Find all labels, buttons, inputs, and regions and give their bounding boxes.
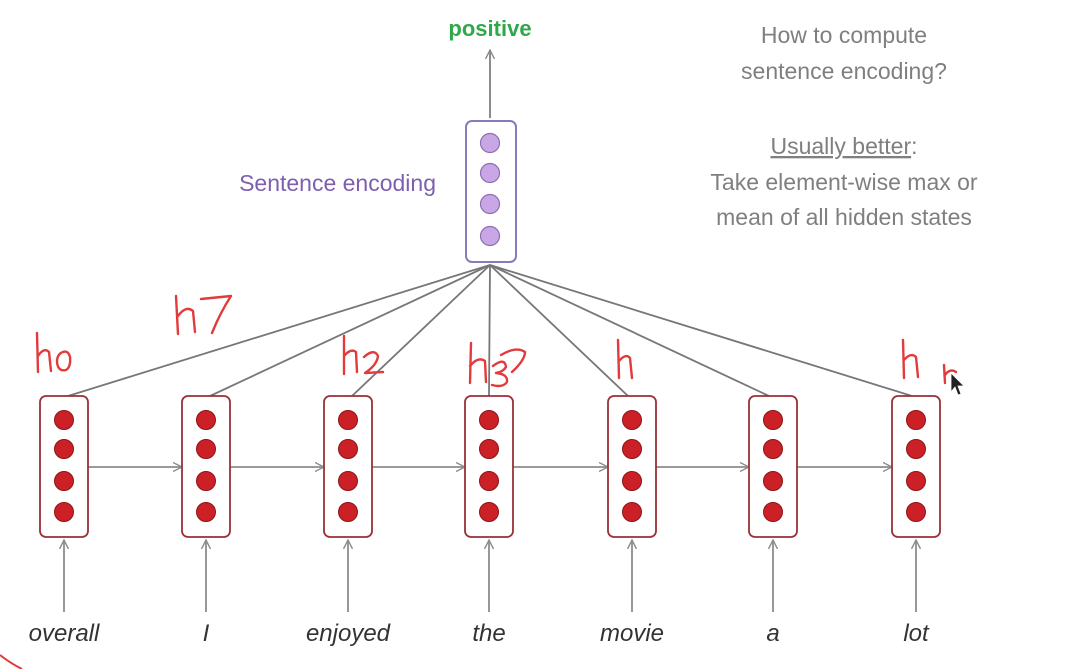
hidden-node: [338, 502, 358, 522]
word-label: lot: [903, 620, 930, 647]
word-label: a: [766, 620, 779, 647]
fan-in-line: [488, 264, 491, 397]
fan-in-line: [67, 264, 491, 397]
red-stroke-decoration: [0, 654, 23, 669]
word-label: enjoyed: [306, 620, 391, 647]
mouse-cursor-icon: [950, 372, 965, 396]
answer-line-2: mean of all hidden states: [716, 204, 972, 230]
word-label: movie: [600, 620, 664, 647]
handwritten-h7-mark: [174, 294, 233, 336]
hidden-node: [763, 410, 783, 430]
question-line-1: How to compute: [761, 22, 927, 48]
question-line-2: sentence encoding?: [741, 58, 947, 84]
hidden-node: [54, 439, 74, 459]
fan-in-line: [489, 264, 770, 397]
hidden-node: [196, 439, 216, 459]
encoding-node: [479, 225, 501, 247]
hidden-node: [622, 471, 642, 491]
answer-heading-group: Usually better:: [770, 133, 917, 159]
encoding-node: [479, 193, 501, 215]
svg-text:Usually better:: Usually better:: [770, 133, 917, 159]
hidden-state-vector: [181, 395, 231, 538]
hidden-state-vector: [39, 395, 89, 538]
hidden-node: [479, 471, 499, 491]
output-label: positive: [448, 16, 531, 41]
hidden-node: [338, 410, 358, 430]
hidden-node: [479, 502, 499, 522]
encoding-label: Sentence encoding: [239, 170, 436, 196]
handwritten-h2-mark: [342, 334, 385, 376]
hidden-node: [622, 439, 642, 459]
hidden-node: [196, 471, 216, 491]
handwritten-h3-mark: [468, 341, 527, 388]
hidden-node: [338, 471, 358, 491]
handwritten-annotations: [35, 294, 958, 388]
hidden-node: [906, 439, 926, 459]
sentence-encoding-vector: [465, 120, 517, 263]
answer-line-1: Take element-wise max or: [710, 169, 977, 195]
word-label: I: [203, 620, 210, 647]
hidden-node: [763, 439, 783, 459]
hidden-node: [906, 502, 926, 522]
hidden-node: [54, 502, 74, 522]
hidden-state-vector: [891, 395, 941, 538]
hidden-node: [622, 502, 642, 522]
fan-in-line: [489, 264, 913, 397]
hidden-state-vector: [323, 395, 373, 538]
hidden-node: [479, 410, 499, 430]
input-words: overall I enjoyed the movie a lot: [29, 620, 930, 647]
handwritten-h-mark: [616, 338, 634, 380]
answer-heading-colon: :: [911, 133, 917, 159]
hidden-node: [196, 502, 216, 522]
hidden-node: [54, 471, 74, 491]
hidden-node: [196, 410, 216, 430]
hidden-node: [479, 439, 499, 459]
hidden-node: [763, 471, 783, 491]
word-label: the: [472, 620, 505, 647]
handwritten-h-last-mark: [901, 338, 958, 385]
hidden-node: [54, 410, 74, 430]
encoding-node: [479, 132, 501, 154]
hidden-node: [906, 410, 926, 430]
rnn-sentence-encoding-diagram: positive How to compute sentence encodin…: [0, 16, 978, 669]
hidden-node: [906, 471, 926, 491]
answer-heading: Usually better: [770, 133, 911, 159]
hidden-state-vector: [748, 395, 798, 538]
hidden-node: [763, 502, 783, 522]
word-label: overall: [29, 620, 100, 647]
fan-in-line: [209, 264, 491, 397]
fan-in-line: [489, 264, 629, 397]
hidden-node: [338, 439, 358, 459]
hidden-node: [622, 410, 642, 430]
hidden-state-vector: [464, 395, 514, 538]
encoding-node: [479, 162, 501, 184]
hidden-state-vector: [607, 395, 657, 538]
handwritten-h0-mark: [35, 331, 72, 374]
input-arrows: [64, 540, 916, 612]
